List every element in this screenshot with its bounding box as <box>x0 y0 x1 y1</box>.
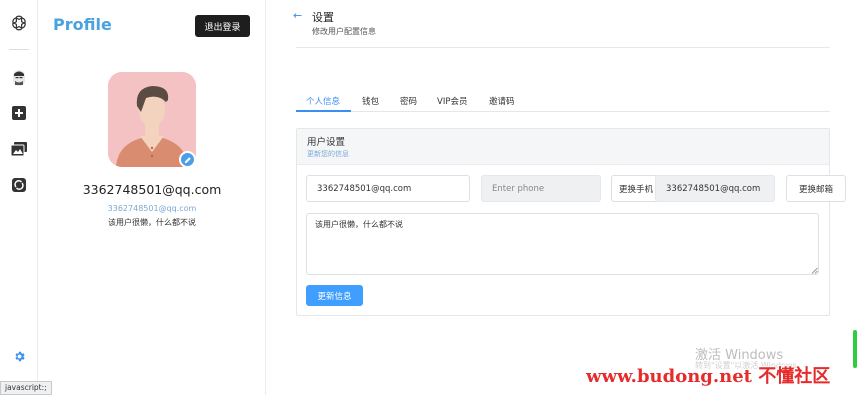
resize-grip-icon[interactable] <box>811 267 818 274</box>
openai-logo-icon[interactable] <box>9 13 29 33</box>
profile-panel: Profile 退出登录 3362748501@qq.com 336274850… <box>38 0 266 395</box>
pencil-icon <box>184 156 191 163</box>
gear-icon[interactable] <box>9 346 29 366</box>
profile-email-secondary: 3362748501@qq.com <box>107 204 197 213</box>
edit-avatar-button[interactable] <box>179 151 196 168</box>
card-subtitle: 更新您的信息 <box>307 150 349 158</box>
user-avatar-icon[interactable] <box>9 68 29 88</box>
profile-title: Profile <box>53 15 112 34</box>
back-arrow-icon[interactable]: ← <box>293 9 302 22</box>
tab-wallet[interactable]: 钱包 <box>362 95 379 107</box>
phone-field[interactable]: Enter phone <box>481 175 601 202</box>
header-divider <box>296 47 830 48</box>
page-title: 设置 <box>312 11 334 24</box>
bio-textarea[interactable]: 该用户很懒，什么都不说 <box>306 213 819 275</box>
scroll-indicator[interactable] <box>853 330 857 368</box>
change-email-button[interactable]: 更换邮箱 <box>786 175 846 202</box>
card-header: 用户设置 更新您的信息 <box>297 129 829 165</box>
username-field[interactable]: 3362748501@qq.com <box>306 175 470 202</box>
page-subtitle: 修改用户配置信息 <box>312 27 376 36</box>
card-title: 用户设置 <box>307 137 346 148</box>
profile-email: 3362748501@qq.com <box>82 182 222 197</box>
icon-rail <box>0 0 38 395</box>
profile-bio: 该用户很懒，什么都不说 <box>108 218 196 227</box>
tab-personal-info[interactable]: 个人信息 <box>306 95 340 107</box>
settings-tabs: 个人信息 钱包 密码 VIP会员 邀请码 <box>296 90 830 112</box>
change-phone-button[interactable]: 更换手机 <box>611 175 661 202</box>
images-icon[interactable] <box>9 139 29 159</box>
browser-status-bar: javascript:; <box>0 381 52 395</box>
active-tab-indicator <box>296 110 351 112</box>
site-watermark: www.budong.net 不懂社区 <box>586 366 831 387</box>
rail-divider <box>9 49 29 50</box>
logout-button[interactable]: 退出登录 <box>195 15 250 37</box>
update-info-button[interactable]: 更新信息 <box>306 285 363 306</box>
tab-password[interactable]: 密码 <box>400 95 417 107</box>
tab-invite-code[interactable]: 邀请码 <box>489 95 515 107</box>
sync-icon[interactable] <box>9 175 29 195</box>
tab-vip[interactable]: VIP会员 <box>437 95 467 107</box>
email-field[interactable]: 3362748501@qq.com <box>655 175 775 202</box>
plus-square-icon[interactable] <box>9 103 29 123</box>
